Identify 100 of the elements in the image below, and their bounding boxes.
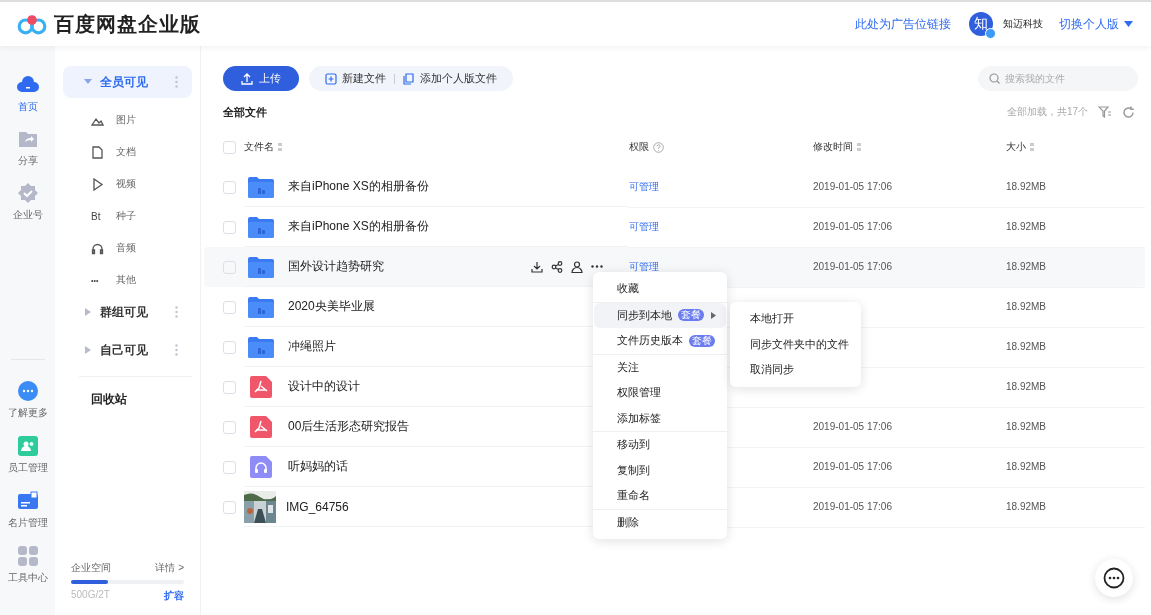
- folder-plus-icon: [325, 72, 337, 85]
- sidebar-group[interactable]: 自己可见: [63, 334, 192, 366]
- column-header[interactable]: 大小: [1006, 140, 1145, 154]
- rail-item[interactable]: 工具中心: [7, 545, 48, 585]
- menu-item[interactable]: 移动到: [594, 432, 726, 458]
- permission-link[interactable]: 可管理: [629, 219, 659, 234]
- menu-item[interactable]: 权限管理: [594, 380, 726, 406]
- rail-item[interactable]: 首页: [12, 74, 43, 114]
- folder-icon: [248, 255, 274, 278]
- sidebar-item-label: 视频: [116, 177, 136, 191]
- row-checkbox[interactable]: [223, 220, 236, 234]
- chat-button[interactable]: [1095, 559, 1133, 597]
- row-checkbox[interactable]: [223, 340, 236, 354]
- download-icon[interactable]: [531, 260, 543, 273]
- rail-item[interactable]: 了解更多: [7, 380, 48, 420]
- rail-item[interactable]: 名片管理: [7, 490, 48, 530]
- menu-label: 收藏: [617, 281, 639, 297]
- file-size: 18.92MB: [1006, 301, 1047, 312]
- add-personal-file-button[interactable]: 添加个人版文件: [403, 71, 497, 86]
- menu-item[interactable]: 添加标签: [594, 405, 726, 431]
- refresh-icon[interactable]: [1122, 105, 1135, 119]
- menu-item[interactable]: 文件历史版本 套餐: [594, 328, 726, 354]
- caret-icon: [84, 308, 92, 316]
- switch-version-link[interactable]: 切换个人版: [1059, 15, 1133, 33]
- expand-link[interactable]: 扩容: [164, 589, 184, 603]
- row-checkbox[interactable]: [223, 460, 236, 474]
- menu-label: 移动到: [617, 437, 650, 453]
- row-checkbox[interactable]: [223, 420, 236, 434]
- user-icon[interactable]: [571, 260, 583, 273]
- storage-usage: 500G/2T: [71, 589, 110, 602]
- column-header[interactable]: 权限: [629, 140, 813, 154]
- menu-item[interactable]: 复制到: [594, 457, 726, 483]
- sidebar-group[interactable]: 全员可见: [63, 66, 192, 98]
- file-name[interactable]: 来自iPhone XS的相册备份: [288, 218, 603, 235]
- folder-icon: [248, 175, 274, 198]
- menu-item[interactable]: 关注: [594, 354, 726, 380]
- file-copy-icon: [403, 72, 415, 85]
- file-name[interactable]: 来自iPhone XS的相册备份: [288, 178, 603, 195]
- menu-item[interactable]: 同步文件夹中的文件: [730, 331, 861, 357]
- folder-icon: [248, 215, 274, 238]
- help-icon[interactable]: [653, 141, 664, 153]
- column-header[interactable]: 文件名: [244, 140, 629, 154]
- audio-file-icon: [248, 455, 274, 478]
- headphones-icon: [91, 241, 104, 255]
- more-icon[interactable]: [591, 265, 603, 268]
- file-size: 18.92MB: [1006, 341, 1047, 352]
- document-icon: [91, 145, 104, 159]
- row-checkbox[interactable]: [223, 180, 236, 194]
- menu-label: 重命名: [617, 488, 650, 504]
- share-icon[interactable]: [551, 260, 563, 273]
- modified-time: 2019-01-05 17:06: [813, 421, 892, 432]
- new-file-button[interactable]: 新建文件: [325, 71, 386, 86]
- sidebar-item[interactable]: 文档: [63, 136, 192, 168]
- details-link[interactable]: 详情 >: [155, 561, 184, 575]
- row-checkbox[interactable]: [223, 380, 236, 394]
- select-all-checkbox[interactable]: [223, 140, 236, 154]
- menu-item[interactable]: 取消同步: [730, 357, 861, 383]
- menu-label: 复制到: [617, 462, 650, 478]
- people-icon: [16, 435, 39, 457]
- sidebar-group[interactable]: 群组可见: [63, 296, 192, 328]
- caret-icon: [84, 78, 92, 86]
- permission-link[interactable]: 可管理: [629, 179, 659, 194]
- menu-label: 权限管理: [617, 385, 661, 401]
- company-avatar[interactable]: 知: [969, 12, 993, 36]
- caret-icon: [1124, 21, 1133, 27]
- sidebar-item[interactable]: 视频: [63, 168, 192, 200]
- permission-link[interactable]: 可管理: [629, 259, 659, 274]
- menu-label: 删除: [617, 514, 639, 530]
- menu-item[interactable]: 收藏: [594, 276, 726, 302]
- sidebar-item[interactable]: 图片: [63, 104, 192, 136]
- row-checkbox[interactable]: [223, 300, 236, 314]
- chat-icon: [1103, 567, 1125, 589]
- sidebar-item[interactable]: Bt 种子: [63, 200, 192, 232]
- menu-label: 文件历史版本: [617, 333, 683, 349]
- menu-item[interactable]: 重命名: [594, 483, 726, 509]
- menu-item[interactable]: 同步到本地 套餐: [594, 302, 726, 328]
- menu-item[interactable]: 本地打开: [730, 306, 861, 332]
- row-checkbox[interactable]: [223, 260, 236, 274]
- sidebar-item[interactable]: 音频: [63, 232, 192, 264]
- modified-time: 2019-01-05 17:06: [813, 501, 892, 512]
- company-name: 知迈科技: [1003, 17, 1043, 31]
- breadcrumb: 全部文件: [223, 104, 267, 120]
- upload-button[interactable]: 上传: [223, 66, 299, 91]
- ad-link[interactable]: 此处为广告位链接: [855, 15, 951, 33]
- row-checkbox[interactable]: [223, 500, 236, 514]
- recycle-bin-item[interactable]: 回收站: [63, 387, 192, 411]
- badge-icon: [16, 182, 39, 204]
- rail-item[interactable]: 企业号: [12, 182, 43, 222]
- rail-item[interactable]: 分享: [12, 128, 43, 168]
- caret-icon: [84, 346, 92, 354]
- rail-item[interactable]: 员工管理: [7, 435, 48, 475]
- torrent-label: Bt: [91, 210, 102, 222]
- modified-time: 2019-01-05 17:06: [813, 461, 892, 472]
- menu-item[interactable]: 删除: [594, 509, 726, 535]
- file-name[interactable]: 国外设计趋势研究: [288, 258, 531, 275]
- search-field[interactable]: 搜索我的文件: [978, 66, 1138, 91]
- menu-label: 关注: [617, 359, 639, 375]
- file-size: 18.92MB: [1006, 261, 1047, 272]
- filter-icon[interactable]: [1098, 106, 1112, 118]
- column-header[interactable]: 修改时间: [813, 140, 1006, 154]
